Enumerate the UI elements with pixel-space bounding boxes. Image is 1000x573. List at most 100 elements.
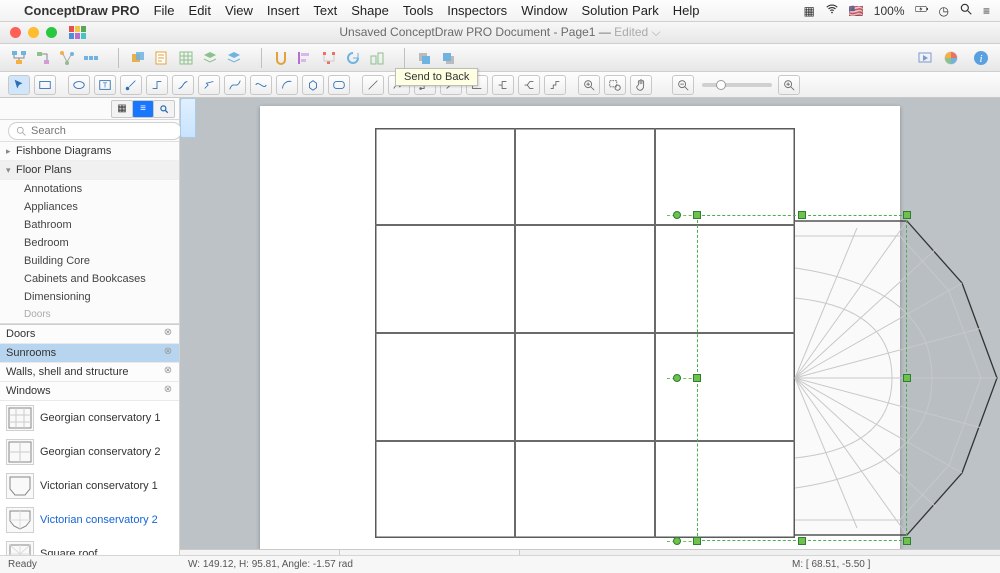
menu-view[interactable]: View xyxy=(225,3,253,18)
menu-extras-icon[interactable]: ≡ xyxy=(983,4,990,18)
distribute-icon[interactable] xyxy=(318,47,340,69)
bring-to-front-button[interactable] xyxy=(437,47,459,69)
flag-icon[interactable]: 🇺🇸 xyxy=(849,4,864,18)
tree-chart-icon[interactable] xyxy=(8,47,30,69)
battery-icon[interactable] xyxy=(915,2,929,19)
flowchart-icon[interactable] xyxy=(32,47,54,69)
menu-text[interactable]: Text xyxy=(313,3,337,18)
close-lib-icon[interactable]: ⊗ xyxy=(161,346,175,360)
library-doors[interactable]: Doors⊗ xyxy=(0,325,179,344)
info-icon[interactable]: i xyxy=(970,47,992,69)
clock-icon[interactable]: ◷ xyxy=(939,4,949,18)
menu-help[interactable]: Help xyxy=(673,3,700,18)
hypernote-icon[interactable] xyxy=(151,47,173,69)
selection-handle[interactable] xyxy=(693,211,701,219)
subcat-doors-truncated[interactable]: Doors xyxy=(0,306,179,324)
ellipse-tool[interactable] xyxy=(68,75,90,95)
library-sunrooms[interactable]: Sunrooms⊗ xyxy=(0,344,179,363)
rotate-icon[interactable] xyxy=(342,47,364,69)
connector-zig-tool[interactable] xyxy=(198,75,220,95)
table-icon[interactable] xyxy=(175,47,197,69)
presentation-icon[interactable] xyxy=(914,47,936,69)
subcat-bedroom[interactable]: Bedroom xyxy=(0,234,179,252)
library-walls[interactable]: Walls, shell and structure⊗ xyxy=(0,363,179,382)
zoom-out-button[interactable] xyxy=(672,75,694,95)
subcat-cabinets[interactable]: Cabinets and Bookcases xyxy=(0,270,179,288)
canvas-area[interactable]: ‖ ◀ ▶ Custom 61% ▼ xyxy=(180,98,1000,573)
close-window-button[interactable] xyxy=(10,27,21,38)
category-fishbone[interactable]: ▸Fishbone Diagrams xyxy=(0,142,179,161)
arc-tool[interactable] xyxy=(276,75,298,95)
chain-chart-icon[interactable] xyxy=(80,47,102,69)
line-dot-tool[interactable] xyxy=(120,75,142,95)
subcat-dimensioning[interactable]: Dimensioning xyxy=(0,288,179,306)
connector-curve-tool[interactable] xyxy=(172,75,194,95)
pointer-tool[interactable] xyxy=(8,75,30,95)
snap-icon[interactable] xyxy=(270,47,292,69)
multi-connector-tool[interactable] xyxy=(518,75,540,95)
menu-tools[interactable]: Tools xyxy=(403,3,433,18)
subcat-building-core[interactable]: Building Core xyxy=(0,252,179,270)
zoom-in-button[interactable] xyxy=(778,75,800,95)
send-to-back-button[interactable] xyxy=(413,47,435,69)
zoom-in-tool[interactable] xyxy=(578,75,600,95)
polygon-tool[interactable] xyxy=(302,75,324,95)
rect-tool[interactable] xyxy=(34,75,56,95)
category-floorplans[interactable]: ▾Floor Plans xyxy=(0,161,179,180)
selection-handle[interactable] xyxy=(798,211,806,219)
shape-victorian-1[interactable]: Victorian conservatory 1 xyxy=(0,469,179,503)
sidebar-search-input[interactable] xyxy=(8,122,182,140)
shape-georgian-2[interactable]: Georgian conservatory 2 xyxy=(0,435,179,469)
dashboard-icon[interactable]: ▦ xyxy=(804,4,815,18)
stepped-connector-tool[interactable] xyxy=(544,75,566,95)
bezier-tool[interactable] xyxy=(224,75,246,95)
network-chart-icon[interactable] xyxy=(56,47,78,69)
zoom-region-tool[interactable] xyxy=(604,75,626,95)
minimize-window-button[interactable] xyxy=(28,27,39,38)
color-wheel-icon[interactable] xyxy=(940,47,962,69)
subcat-appliances[interactable]: Appliances xyxy=(0,198,179,216)
selection-handle[interactable] xyxy=(903,211,911,219)
arrange-icon[interactable] xyxy=(127,47,149,69)
close-lib-icon[interactable]: ⊗ xyxy=(161,365,175,379)
selection-handle[interactable] xyxy=(693,537,701,545)
rotation-handle[interactable] xyxy=(673,374,681,382)
subcat-bathroom[interactable]: Bathroom xyxy=(0,216,179,234)
spotlight-icon[interactable] xyxy=(959,2,973,19)
sidebar-tab-search[interactable] xyxy=(153,100,175,118)
sidebar-tab-grid[interactable]: ▦ xyxy=(111,100,133,118)
sidebar-tab-list[interactable]: ≡ xyxy=(132,100,154,118)
shape-victorian-2[interactable]: Victorian conservatory 2 xyxy=(0,503,179,537)
selection-handle[interactable] xyxy=(693,374,701,382)
menu-solution-park[interactable]: Solution Park xyxy=(581,3,658,18)
menu-inspectors[interactable]: Inspectors xyxy=(447,3,507,18)
menu-insert[interactable]: Insert xyxy=(267,3,300,18)
size-icon[interactable] xyxy=(366,47,388,69)
zoom-slider[interactable] xyxy=(702,83,772,87)
rotation-handle[interactable] xyxy=(673,537,681,545)
wifi-icon[interactable] xyxy=(825,2,839,19)
menu-window[interactable]: Window xyxy=(521,3,567,18)
app-name[interactable]: ConceptDraw PRO xyxy=(24,3,140,18)
line-tool[interactable] xyxy=(362,75,384,95)
close-lib-icon[interactable]: ⊗ xyxy=(161,327,175,341)
subcat-annotations[interactable]: Annotations xyxy=(0,180,179,198)
hand-tool[interactable] xyxy=(630,75,652,95)
textbox-tool[interactable]: T xyxy=(94,75,116,95)
menu-file[interactable]: File xyxy=(154,3,175,18)
rounded-rect-tool[interactable] xyxy=(328,75,350,95)
selection-handle[interactable] xyxy=(903,537,911,545)
menu-edit[interactable]: Edit xyxy=(189,3,211,18)
connector-elbow-tool[interactable] xyxy=(146,75,168,95)
selection-handle[interactable] xyxy=(903,374,911,382)
solutions-palette-icon[interactable] xyxy=(57,26,87,40)
selection-handle[interactable] xyxy=(798,537,806,545)
maximize-window-button[interactable] xyxy=(46,27,57,38)
close-lib-icon[interactable]: ⊗ xyxy=(161,384,175,398)
shape-georgian-1[interactable]: Georgian conservatory 1 xyxy=(0,401,179,435)
menu-shape[interactable]: Shape xyxy=(351,3,389,18)
layers-green-icon[interactable] xyxy=(199,47,221,69)
layers-blue-icon[interactable] xyxy=(223,47,245,69)
library-windows[interactable]: Windows⊗ xyxy=(0,382,179,401)
align-left-icon[interactable] xyxy=(294,47,316,69)
